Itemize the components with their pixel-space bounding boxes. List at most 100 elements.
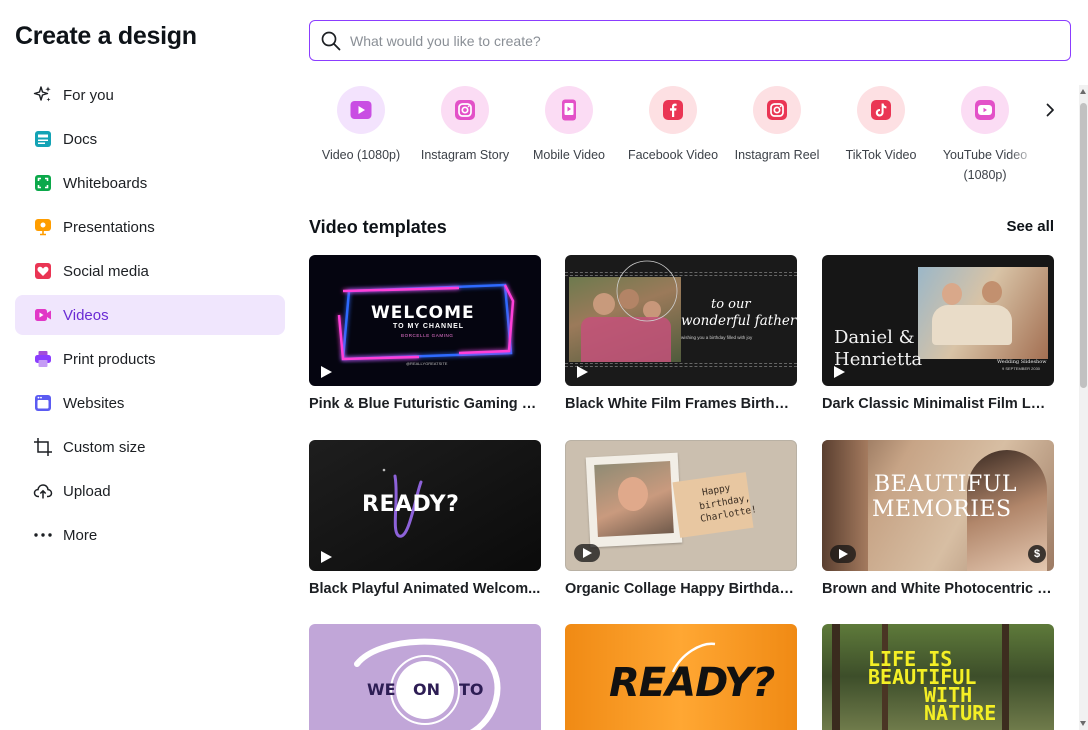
sidebar-item-label: Presentations [63, 218, 155, 236]
thumbnail-headline: Henrietta [834, 349, 923, 370]
template-thumbnail: BEAUTIFUL MEMORIES $ [822, 440, 1054, 571]
template-thumbnail: WELCOME TO MY CHANNEL BORCELLE GAMING @R… [309, 255, 541, 386]
thumbnail-headline: MEMORIES [872, 497, 1012, 522]
search-bar[interactable] [309, 20, 1071, 61]
sidebar-item-whiteboards[interactable]: Whiteboards [15, 163, 285, 203]
template-card[interactable]: LIFE IS BEAUTIFUL WITH NATURE [822, 624, 1054, 730]
thumbnail-caption: BORCELLE GAMING [401, 333, 454, 338]
template-title: Dark Classic Minimalist Film Loo... [822, 396, 1054, 412]
play-icon [574, 544, 600, 562]
template-card[interactable]: WELCOME TO MY CHANNEL BORCELLE GAMING @R… [309, 255, 541, 412]
thumbnail-caption: 9 SEPTEMBER 2030 [1002, 366, 1041, 371]
play-icon [830, 545, 856, 563]
template-thumbnail: Daniel & Henrietta Wedding Slideshow 9 S… [822, 255, 1054, 386]
quick-create-video-1080p[interactable]: Video (1080p) [309, 86, 413, 165]
sidebar-item-upload[interactable]: Upload [15, 471, 285, 511]
instagram-icon [753, 86, 801, 134]
template-card[interactable]: WE ON TO [309, 624, 541, 730]
video-play-icon [337, 86, 385, 134]
sidebar-item-presentations[interactable]: Presentations [15, 207, 285, 247]
template-thumbnail: READY? [309, 440, 541, 571]
sidebar-item-label: Videos [63, 306, 109, 324]
template-title: Black White Film Frames Birthda... [565, 396, 797, 412]
youtube-icon [961, 86, 1009, 134]
thumbnail-headline: WE [367, 680, 396, 699]
template-title: Brown and White Photocentric L... [822, 581, 1054, 597]
sidebar-item-videos[interactable]: Videos [15, 295, 285, 335]
quick-create-facebook-video[interactable]: Facebook Video [621, 86, 725, 165]
sidebar-item-label: Websites [63, 394, 125, 412]
quick-create-row: Video (1080p) Instagram Story Mobile Vid… [309, 86, 1049, 186]
sidebar-item-label: Whiteboards [63, 174, 148, 192]
quick-create-mobile-video[interactable]: Mobile Video [517, 86, 621, 165]
template-thumbnail: LIFE IS BEAUTIFUL WITH NATURE [822, 624, 1054, 730]
sidebar-item-label: Social media [63, 262, 149, 280]
thumbnail-headline: to our [711, 297, 751, 312]
facebook-icon [649, 86, 697, 134]
sidebar-item-label: For you [63, 86, 114, 104]
quick-create-label: Instagram Reel [734, 148, 820, 162]
presentation-icon [33, 217, 53, 237]
quick-create-label: Mobile Video [532, 148, 606, 162]
thumbnail-caption: Wedding Slideshow [997, 359, 1047, 365]
sidebar-item-print-products[interactable]: Print products [15, 339, 285, 379]
quick-create-label: TikTok Video [845, 148, 917, 162]
tiktok-icon [857, 86, 905, 134]
quick-create-tiktok-video[interactable]: TikTok Video [829, 86, 933, 165]
sidebar-item-social-media[interactable]: Social media [15, 251, 285, 291]
sidebar-item-websites[interactable]: Websites [15, 383, 285, 423]
sidebar-item-custom-size[interactable]: Custom size [15, 427, 285, 467]
thumbnail-subtitle: TO MY CHANNEL [393, 323, 465, 330]
vertical-scrollbar[interactable] [1079, 85, 1088, 730]
thumbnail-headline: TO [459, 680, 484, 699]
play-icon [321, 366, 332, 378]
thumbnail-headline: NATURE [924, 701, 997, 725]
scroll-down-arrow-icon[interactable] [1080, 721, 1086, 726]
scroll-up-arrow-icon[interactable] [1080, 89, 1086, 94]
sidebar-item-label: Print products [63, 350, 156, 368]
thumbnail-headline: BEAUTIFUL [874, 472, 1017, 497]
docs-icon [33, 129, 53, 149]
page-title: Create a design [15, 22, 197, 50]
crop-icon [33, 437, 53, 457]
printer-icon [33, 349, 53, 369]
thumbnail-headline: wonderful father [681, 313, 797, 329]
sidebar-item-label: Custom size [63, 438, 146, 456]
sidebar-item-docs[interactable]: Docs [15, 119, 285, 159]
section-title: Video templates [309, 217, 447, 237]
sidebar-item-label: Docs [63, 130, 98, 148]
sidebar-item-for-you[interactable]: For you [15, 75, 285, 115]
chevron-right-icon [1044, 103, 1056, 122]
thumbnail-headline: READY? [362, 492, 460, 517]
video-icon [33, 305, 53, 325]
instagram-icon [441, 86, 489, 134]
template-card[interactable]: READY? Black Playful Animated Welcom... [309, 440, 541, 597]
sidebar: Create a design For you Docs Whiteboards… [0, 0, 300, 730]
template-card[interactable]: READY? [565, 624, 797, 730]
main-content: Video (1080p) Instagram Story Mobile Vid… [309, 0, 1071, 730]
play-icon [577, 366, 588, 378]
template-card[interactable]: Daniel & Henrietta Wedding Slideshow 9 S… [822, 255, 1054, 412]
more-icon [33, 525, 53, 545]
template-card[interactable]: Happy birthday, Charlotte! Organic Colla… [565, 440, 797, 597]
see-all-link[interactable]: See all [1006, 218, 1054, 235]
heart-icon [33, 261, 53, 281]
search-input[interactable] [350, 32, 1040, 49]
quick-create-instagram-story[interactable]: Instagram Story [413, 86, 517, 165]
sidebar-item-more[interactable]: More [15, 515, 285, 555]
scrollbar-thumb[interactable] [1080, 103, 1087, 388]
quick-create-label: Video (1080p) [321, 148, 401, 162]
thumbnail-caption: @REALLYGREATSITE [406, 361, 448, 366]
website-icon [33, 393, 53, 413]
template-title: Pink & Blue Futuristic Gaming C... [309, 396, 541, 412]
template-card[interactable]: to our wonderful father wishing you a bi… [565, 255, 797, 412]
mobile-video-icon [545, 86, 593, 134]
sidebar-item-label: More [63, 526, 98, 544]
quick-create-label: Instagram Story [420, 148, 510, 162]
thumbnail-caption: wishing you a birthday filled with joy [681, 335, 753, 340]
cloud-upload-icon [33, 481, 53, 501]
quick-create-instagram-reel[interactable]: Instagram Reel [725, 86, 829, 165]
quick-create-next-button[interactable] [1037, 99, 1063, 125]
template-card[interactable]: BEAUTIFUL MEMORIES $ Brown and White Pho… [822, 440, 1054, 597]
play-icon [834, 366, 845, 378]
